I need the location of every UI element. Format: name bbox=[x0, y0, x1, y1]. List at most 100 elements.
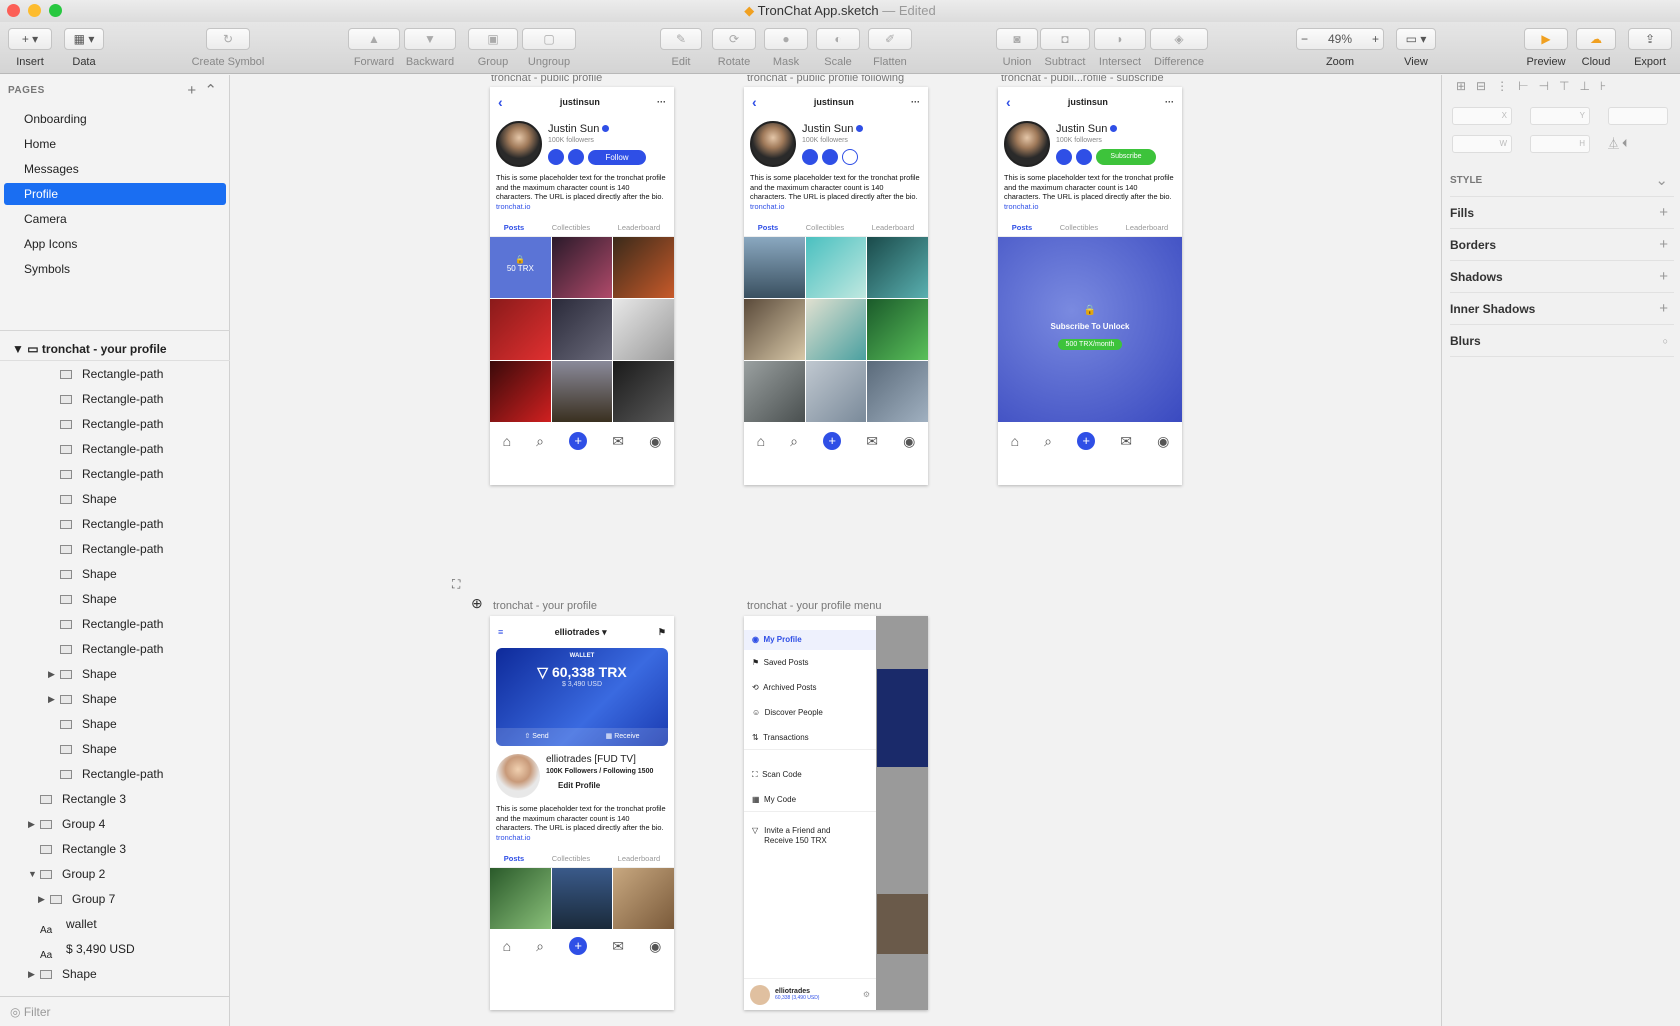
layer-artboard-root[interactable]: ▼ ▭ tronchat - your profile bbox=[0, 337, 230, 361]
search-icon[interactable]: ⌕ bbox=[536, 938, 544, 955]
post-thumbnail[interactable] bbox=[744, 237, 805, 299]
layer-row[interactable]: ▶ Group 7 bbox=[0, 888, 230, 910]
tab-posts[interactable]: Posts bbox=[504, 223, 524, 232]
layer-row[interactable]: Rectangle-path bbox=[0, 438, 230, 460]
minimize-window-button[interactable] bbox=[28, 4, 41, 17]
profile-icon[interactable]: ◉ bbox=[649, 938, 661, 955]
layer-row[interactable]: Rectangle-path bbox=[0, 763, 230, 785]
edit-profile-button[interactable]: Edit Profile bbox=[546, 781, 653, 790]
add-page-icon[interactable]: + bbox=[187, 82, 196, 99]
layer-row[interactable]: Rectangle-path bbox=[0, 613, 230, 635]
back-icon[interactable]: ‹ bbox=[498, 94, 503, 110]
artboard-label-your-profile[interactable]: tronchat - your profile bbox=[493, 600, 597, 612]
unlock-price-button[interactable]: 500 TRX/month bbox=[1057, 339, 1123, 351]
zoom-in-button[interactable]: + bbox=[1372, 32, 1379, 46]
layer-row[interactable]: Shape bbox=[0, 713, 230, 735]
layer-row[interactable]: ▶ Shape bbox=[0, 663, 230, 685]
data-tool[interactable]: ▦ ▾ Data bbox=[64, 28, 104, 68]
menu-my-code[interactable]: ▦ My Code bbox=[744, 787, 876, 812]
layer-row[interactable]: ▶ Shape bbox=[0, 963, 230, 985]
post-thumbnail[interactable] bbox=[613, 361, 674, 423]
profile-icon[interactable]: ◉ bbox=[903, 433, 915, 450]
back-icon[interactable]: ‹ bbox=[1006, 94, 1011, 110]
scale-tool[interactable]: ◐ Scale bbox=[816, 28, 860, 68]
tip-icon[interactable] bbox=[1076, 149, 1092, 165]
message-icon[interactable] bbox=[548, 149, 564, 165]
menu-invite[interactable]: ▽ Invite a Friend and Receive 150 TRX bbox=[744, 826, 876, 846]
ungroup-tool[interactable]: ▢ Ungroup bbox=[522, 28, 576, 68]
y-field[interactable]: Y bbox=[1530, 107, 1590, 125]
disclosure-icon[interactable]: ▶ bbox=[28, 813, 40, 835]
difference-tool[interactable]: ◈ Difference bbox=[1150, 28, 1208, 68]
tab-leaderboard[interactable]: Leaderboard bbox=[1126, 223, 1169, 232]
follow-button[interactable]: Follow bbox=[588, 149, 646, 165]
add-inner-shadow-icon[interactable]: + bbox=[1659, 293, 1668, 325]
menu-transactions[interactable]: ⇅ Transactions bbox=[744, 725, 876, 750]
home-icon[interactable]: ⌂ bbox=[757, 433, 765, 449]
layer-row[interactable]: Rectangle-path bbox=[0, 513, 230, 535]
following-icon[interactable] bbox=[842, 149, 858, 165]
rotate-tool[interactable]: ⟳ Rotate bbox=[712, 28, 756, 68]
artboard-label-public-profile-following[interactable]: tronchat - public profile following bbox=[747, 75, 904, 84]
page-home[interactable]: Home bbox=[4, 133, 226, 155]
tab-leaderboard[interactable]: Leaderboard bbox=[618, 854, 661, 863]
layer-row[interactable]: Rectangle-path bbox=[0, 413, 230, 435]
search-icon[interactable]: ⌕ bbox=[1044, 433, 1052, 450]
chat-icon[interactable]: ✉ bbox=[1120, 433, 1132, 450]
post-thumbnail[interactable] bbox=[744, 299, 805, 361]
artboard-subscribe[interactable]: ‹ justinsun ··· Justin Sun 100K followers … bbox=[998, 87, 1182, 485]
add-post-icon[interactable]: + bbox=[1077, 432, 1096, 451]
create-symbol-tool[interactable]: ↻ Create Symbol bbox=[190, 28, 266, 68]
add-shadow-icon[interactable]: + bbox=[1659, 261, 1668, 293]
settings-icon[interactable]: ⚙ bbox=[863, 990, 870, 999]
message-icon[interactable] bbox=[1056, 149, 1072, 165]
send-button[interactable]: ⇧ Send bbox=[524, 728, 548, 746]
subscribe-button[interactable]: Subscribe bbox=[1096, 149, 1156, 165]
tab-collectibles[interactable]: Collectibles bbox=[552, 854, 590, 863]
layer-row[interactable]: Shape bbox=[0, 738, 230, 760]
home-icon[interactable]: ⌂ bbox=[1011, 433, 1019, 449]
receive-button[interactable]: ▦ Receive bbox=[606, 728, 640, 746]
layer-row[interactable]: Rectangle-path bbox=[0, 538, 230, 560]
layer-row[interactable]: ▶ Shape bbox=[0, 688, 230, 710]
post-thumbnail[interactable] bbox=[551, 361, 613, 423]
artboard-public-profile-following[interactable]: ‹ justinsun ··· Justin Sun 100K followers … bbox=[744, 87, 928, 485]
close-window-button[interactable] bbox=[7, 4, 20, 17]
post-thumbnail[interactable] bbox=[490, 361, 551, 423]
add-post-icon[interactable]: + bbox=[569, 937, 588, 956]
flip-icon[interactable]: ⏅ ⏴ bbox=[1608, 135, 1628, 151]
backward-tool[interactable]: ▼ Backward bbox=[404, 28, 456, 68]
tab-collectibles[interactable]: Collectibles bbox=[806, 223, 844, 232]
tip-icon[interactable] bbox=[568, 149, 584, 165]
post-thumbnail[interactable] bbox=[613, 299, 674, 361]
zoom-out-button[interactable]: − bbox=[1301, 32, 1308, 46]
height-field[interactable]: H bbox=[1530, 135, 1590, 153]
tab-posts[interactable]: Posts bbox=[1012, 223, 1032, 232]
more-icon[interactable]: ··· bbox=[657, 97, 666, 107]
profile-icon[interactable]: ◉ bbox=[1157, 433, 1169, 450]
mask-tool[interactable]: ● Mask bbox=[764, 28, 808, 68]
artboard-your-profile-menu[interactable]: ◉ My Profile ⚑ Saved Posts ⟲ Archived Po… bbox=[744, 616, 928, 1010]
canvas[interactable]: tronchat - public profile tronchat - pub… bbox=[231, 75, 1441, 1026]
post-thumbnail[interactable] bbox=[805, 237, 867, 299]
bio-link[interactable]: tronchat.io bbox=[750, 202, 785, 211]
collapse-pages-icon[interactable]: ⌃ bbox=[204, 82, 217, 99]
more-icon[interactable]: ··· bbox=[911, 97, 920, 107]
tab-posts[interactable]: Posts bbox=[504, 854, 524, 863]
profile-icon[interactable]: ◉ bbox=[649, 433, 661, 450]
add-post-icon[interactable]: + bbox=[823, 432, 842, 451]
disclosure-icon[interactable]: ▶ bbox=[48, 688, 60, 710]
page-profile[interactable]: Profile bbox=[4, 183, 226, 205]
layer-filter[interactable]: ◎ Filter bbox=[0, 996, 230, 1026]
artboard-label-public-profile[interactable]: tronchat - public profile bbox=[491, 75, 602, 84]
account-switcher[interactable]: elliotrades ▾ bbox=[555, 627, 607, 638]
home-icon[interactable]: ⌂ bbox=[503, 938, 511, 954]
layer-row[interactable]: Aa wallet bbox=[0, 913, 230, 936]
home-icon[interactable]: ⌂ bbox=[503, 433, 511, 449]
cloud-tool[interactable]: ☁ Cloud bbox=[1576, 28, 1616, 68]
locked-post[interactable]: 🔒 50 TRX bbox=[490, 237, 551, 299]
menu-my-profile[interactable]: ◉ My Profile bbox=[744, 630, 876, 650]
artboard-public-profile[interactable]: ‹ justinsun ··· Justin Sun 100K followers … bbox=[490, 87, 674, 485]
search-icon[interactable]: ⌕ bbox=[536, 433, 544, 450]
page-app-icons[interactable]: App Icons bbox=[4, 233, 226, 255]
